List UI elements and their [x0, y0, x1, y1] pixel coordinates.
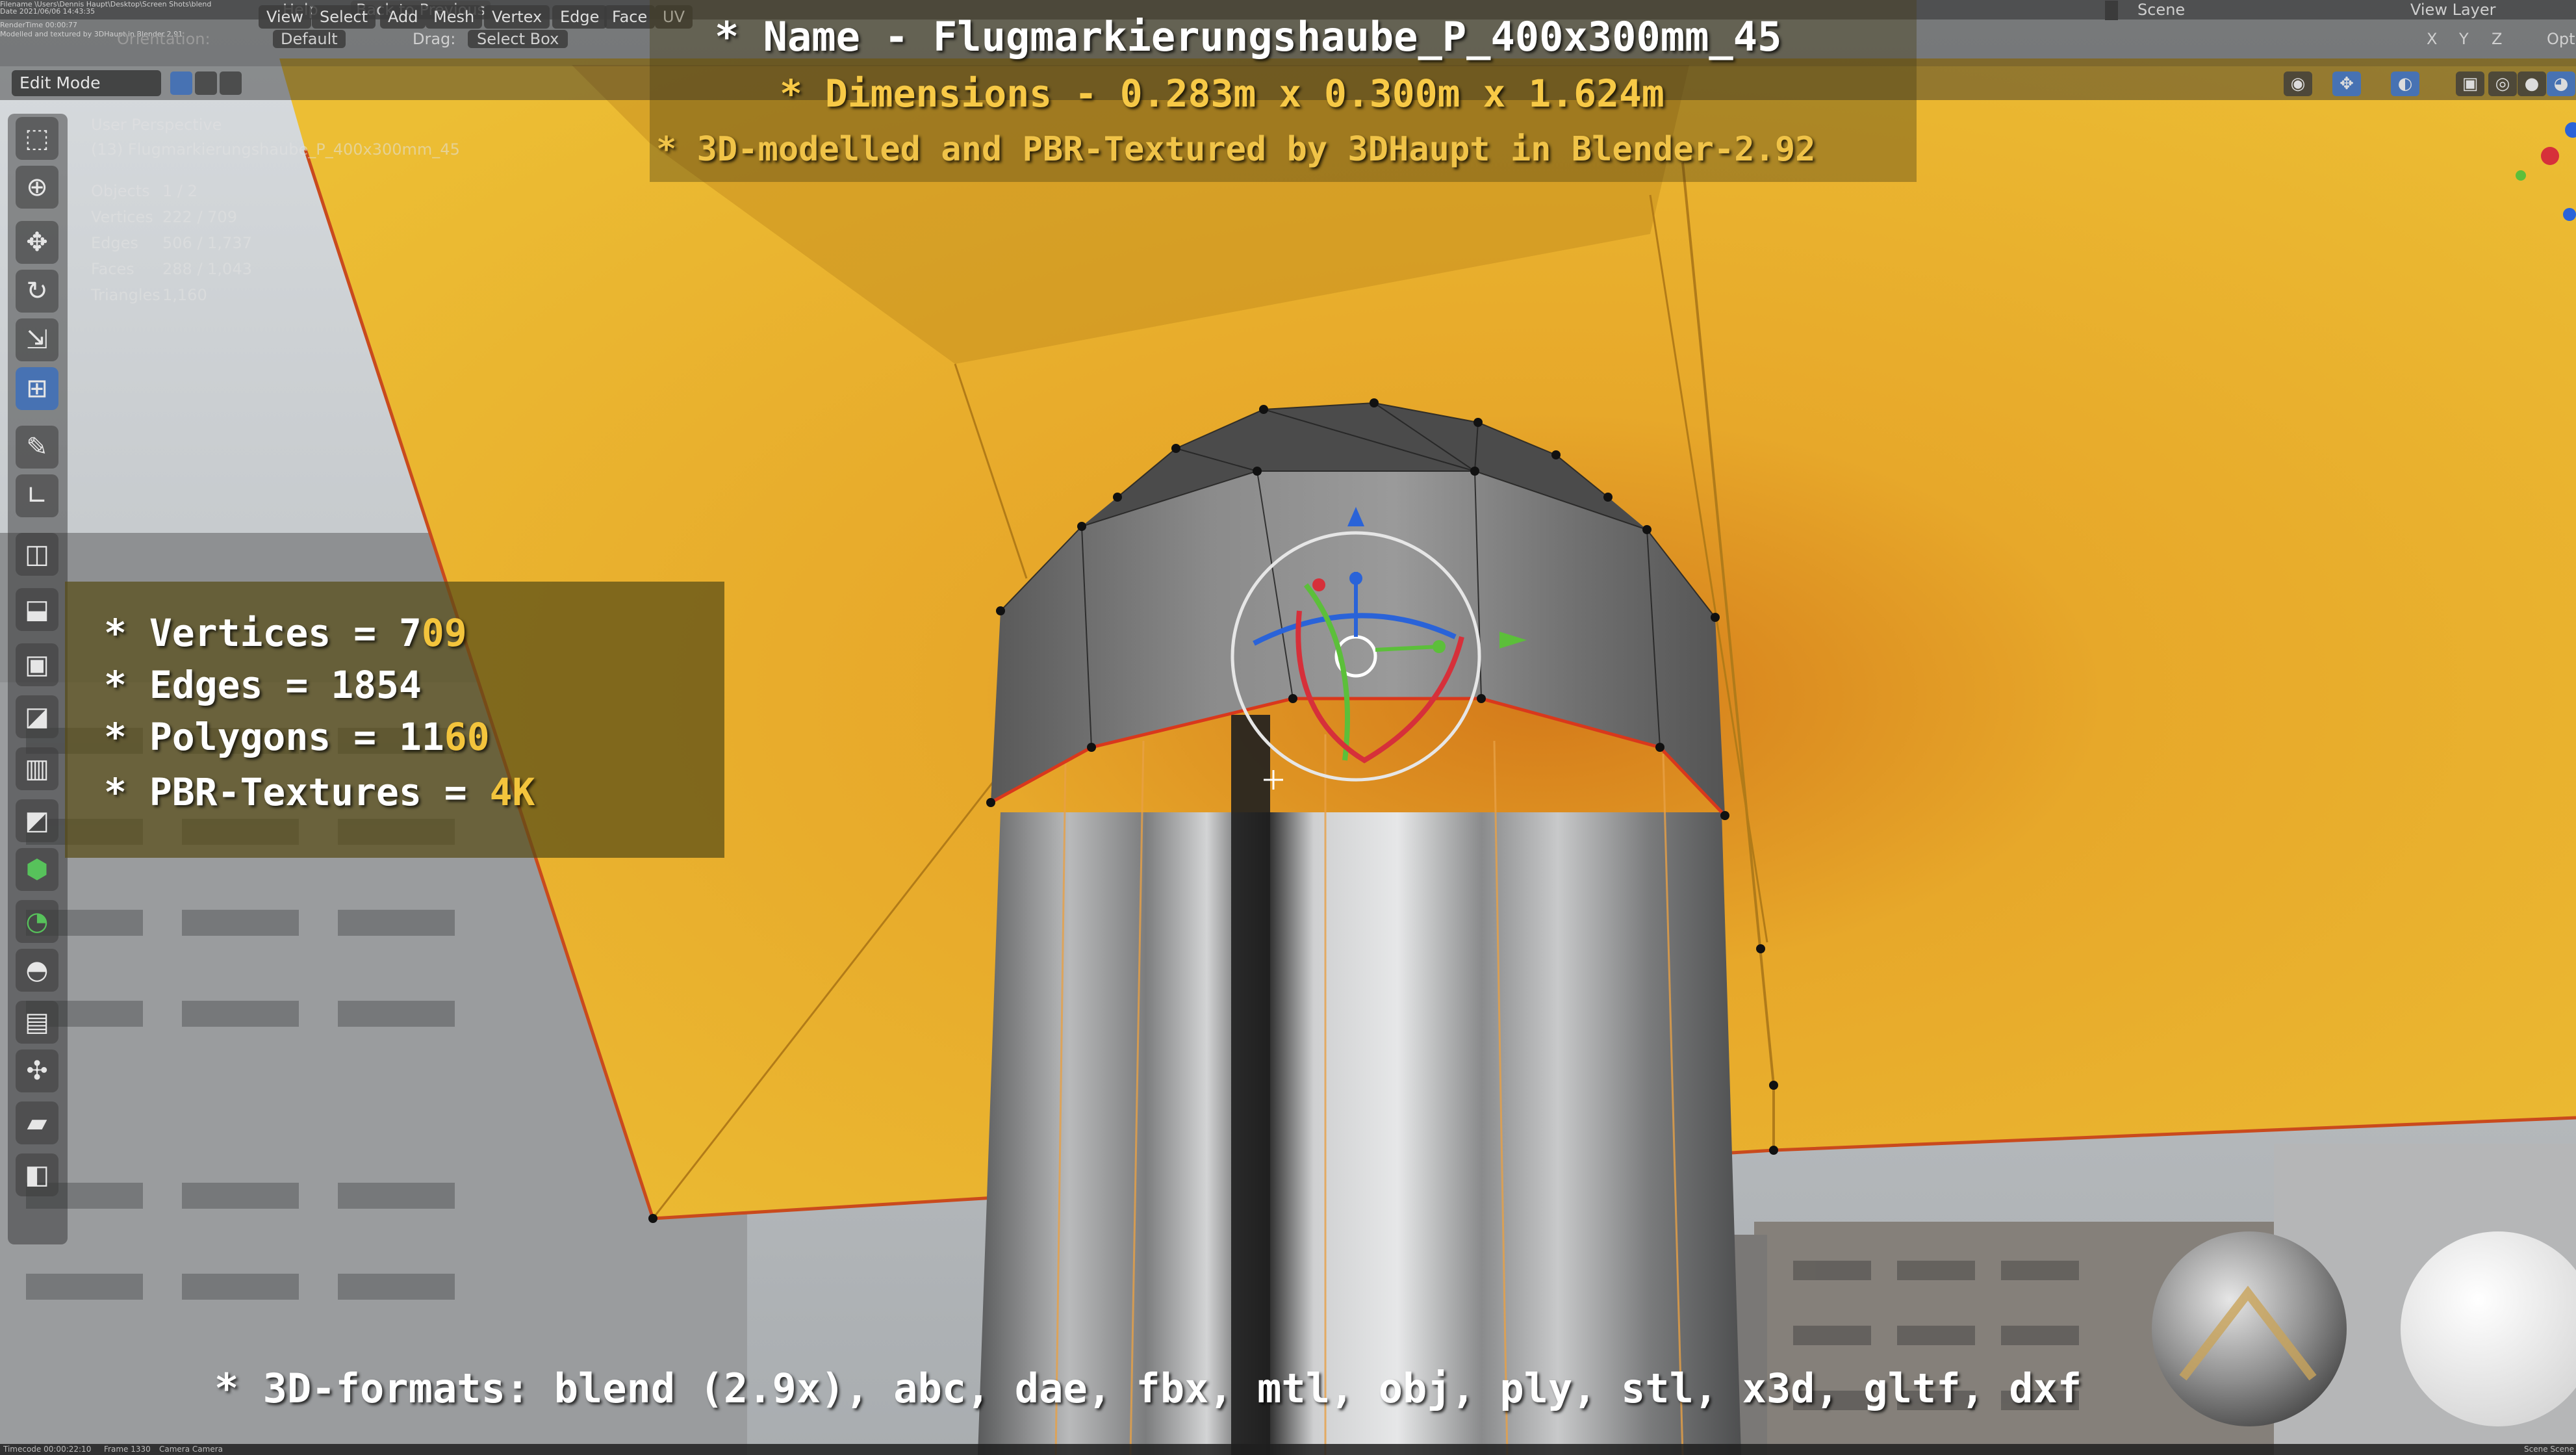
bevel-icon[interactable]: ◪ — [16, 695, 58, 738]
transform-icon[interactable]: ⊞ — [16, 367, 58, 410]
gizmo-toggle-icon[interactable]: ✥ — [2332, 71, 2361, 96]
menu-edge[interactable]: Edge — [552, 5, 607, 29]
stat-edges-value: 506 / 1,737 — [162, 234, 252, 252]
render-info-3: RenderTime 00:00:77 — [0, 21, 77, 29]
status-scene: Scene Scene — [2524, 1445, 2574, 1454]
poly-build-icon[interactable]: ⬢ — [16, 848, 58, 891]
mesh-stats-panel: * Vertices = 709 * Edges = 1854 * Polygo… — [65, 582, 724, 858]
scale-icon[interactable]: ⇲ — [16, 318, 58, 361]
tool-shelf: ⬚ ⊕ ✥ ↻ ⇲ ⊞ ✎ ∟ ◫ ⬓ ▣ ◪ ▥ ◩ ⬢ ◔ ◓ ▤ ✣ ▰ … — [8, 114, 68, 1244]
scene-label[interactable]: Scene — [2137, 1, 2185, 19]
status-frame: Frame 1330 — [104, 1445, 151, 1454]
cursor-icon[interactable]: ⊕ — [16, 166, 58, 209]
object-name-label: (13) Flugmarkierungshaube_P_400x300mm_45 — [91, 140, 460, 159]
vertices-count-main: * Vertices = 7 — [104, 611, 422, 655]
wireframe-shading-icon[interactable]: ◎ — [2488, 71, 2517, 96]
smooth-icon[interactable]: ◓ — [16, 949, 58, 992]
spin-icon[interactable]: ◔ — [16, 900, 58, 943]
3d-viewport[interactable]: Filename \Users\Dennis Haupt\Desktop\Scr… — [0, 0, 2576, 1455]
axis-y-toggle[interactable]: Y — [2459, 30, 2469, 48]
vertices-count: * Vertices = 709 — [104, 611, 467, 655]
stat-vertices-label: Vertices — [91, 208, 153, 226]
material-shading-icon[interactable]: ◕ — [2547, 71, 2575, 96]
face-select-mode-button[interactable] — [220, 71, 242, 95]
rip-icon[interactable]: ◧ — [16, 1153, 58, 1196]
stat-faces-label: Faces — [91, 260, 134, 278]
stat-edges-label: Edges — [91, 234, 138, 252]
stat-objects-label: Objects — [91, 182, 150, 200]
stat-triangles-value: 1,160 — [162, 286, 207, 304]
model-name-title: * Name - Flugmarkierungshaube_P_400x300m… — [715, 13, 1782, 60]
textures-resolution: * PBR-Textures = 4K — [104, 770, 535, 814]
visibility-icon[interactable]: ◉ — [2284, 71, 2312, 96]
orientation-dropdown[interactable]: Default — [273, 30, 346, 48]
add-cube-icon[interactable]: ◫ — [16, 533, 58, 576]
solid-shading-icon[interactable]: ● — [2518, 71, 2546, 96]
measure-icon[interactable]: ∟ — [16, 474, 58, 517]
edge-select-mode-button[interactable] — [195, 71, 217, 95]
perspective-label: User Perspective — [91, 116, 222, 134]
status-camera: Camera Camera — [159, 1445, 223, 1454]
textures-resolution-highlight: 4K — [489, 770, 535, 814]
extrude-icon[interactable]: ⬓ — [16, 588, 58, 631]
inset-icon[interactable]: ▣ — [16, 643, 58, 686]
polygons-count-highlight: 60 — [444, 715, 490, 759]
drag-label: Drag: — [413, 30, 456, 48]
menu-mesh[interactable]: Mesh — [426, 5, 483, 29]
orientation-label: Orientation: — [117, 30, 210, 48]
status-bar: Timecode 00:00:22:10 Frame 1330 Camera C… — [0, 1444, 2576, 1455]
xray-icon[interactable]: ▣ — [2456, 71, 2484, 96]
edge-slide-icon[interactable]: ▤ — [16, 1001, 58, 1044]
overlay-toggle-icon[interactable]: ◐ — [2391, 71, 2419, 96]
options-menu[interactable]: Opti — [2547, 30, 2576, 48]
move-icon[interactable]: ✥ — [16, 221, 58, 264]
menu-view[interactable]: View — [259, 5, 311, 29]
knife-icon[interactable]: ◩ — [16, 799, 58, 842]
vertex-select-mode-button[interactable] — [170, 71, 192, 95]
drag-dropdown[interactable]: Select Box — [468, 30, 568, 48]
menu-select[interactable]: Select — [312, 5, 376, 29]
stat-objects-value: 1 / 2 — [162, 182, 198, 200]
stat-vertices-value: 222 / 709 — [162, 208, 237, 226]
menu-face[interactable]: Face — [604, 5, 656, 29]
axis-z-toggle[interactable]: Z — [2492, 30, 2502, 48]
menu-add[interactable]: Add — [380, 5, 426, 29]
model-credits: * 3D-modelled and PBR-Textured by 3DHaup… — [656, 130, 1816, 169]
model-dimensions: * Dimensions - 0.283m x 0.300m x 1.624m — [780, 71, 1664, 116]
stat-triangles-label: Triangles — [91, 286, 160, 304]
axis-x-toggle[interactable]: X — [2427, 30, 2437, 48]
textures-resolution-main: * PBR-Textures = — [104, 770, 490, 814]
loop-cut-icon[interactable]: ▥ — [16, 747, 58, 790]
vertices-count-highlight: 09 — [421, 611, 467, 655]
rotate-icon[interactable]: ↻ — [16, 270, 58, 313]
menu-vertex[interactable]: Vertex — [484, 5, 550, 29]
status-timecode: Timecode 00:00:22:10 — [3, 1445, 92, 1454]
polygons-count-main: * Polygons = 11 — [104, 715, 444, 759]
polygons-count: * Polygons = 1160 — [104, 715, 490, 759]
annotate-icon[interactable]: ✎ — [16, 426, 58, 469]
export-formats-line: * 3D-formats: blend (2.9x), abc, dae, fb… — [214, 1365, 2082, 1412]
select-box-icon[interactable]: ⬚ — [16, 117, 58, 160]
mode-dropdown[interactable]: Edit Mode — [12, 70, 161, 96]
view-layer-label[interactable]: View Layer — [2410, 1, 2496, 19]
edges-count: * Edges = 1854 — [104, 663, 422, 707]
scene-icon — [2105, 1, 2118, 20]
stat-faces-value: 288 / 1,043 — [162, 260, 252, 278]
render-info-2: Date 2021/06/06 14:43:35 — [0, 7, 96, 16]
shear-icon[interactable]: ▰ — [16, 1101, 58, 1144]
shrink-fatten-icon[interactable]: ✣ — [16, 1049, 58, 1092]
